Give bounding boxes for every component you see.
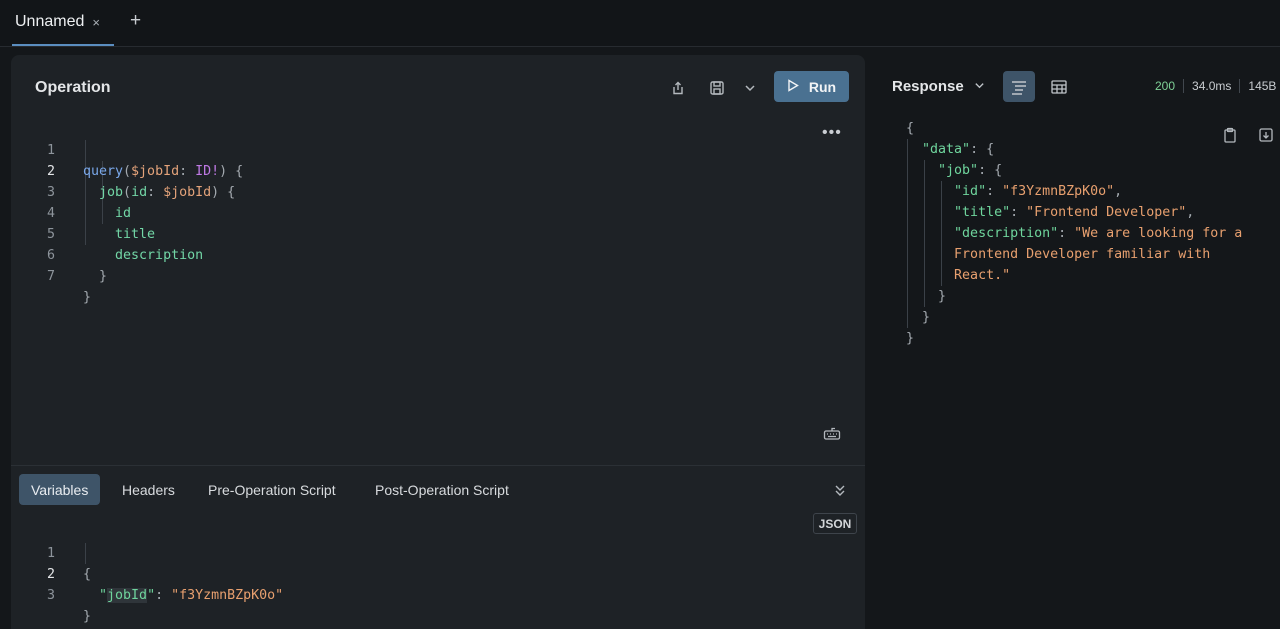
format-icon[interactable] bbox=[1003, 71, 1035, 102]
json-line: "data": { bbox=[922, 142, 995, 157]
json-line: Frontend Developer familiar with bbox=[954, 247, 1211, 262]
save-icon[interactable] bbox=[708, 79, 726, 97]
keyboard-icon[interactable] bbox=[823, 426, 841, 442]
tab-pre-operation-script[interactable]: Pre-Operation Script bbox=[196, 474, 348, 505]
tab-unnamed[interactable]: Unnamed × bbox=[12, 0, 114, 46]
code-line: 1 { bbox=[46, 546, 92, 582]
collapse-icon[interactable] bbox=[833, 482, 847, 498]
json-line: "job": { bbox=[938, 163, 1003, 178]
variables-editor[interactable]: 1 { 2 "jobId": "f3YzmnBZpK0o" 3 } bbox=[35, 522, 735, 624]
operation-panel: Operation Run ••• 1 query($jobId: ID!) {… bbox=[11, 55, 865, 629]
add-tab-button[interactable]: + bbox=[130, 11, 141, 31]
status-code: 200 bbox=[1155, 79, 1176, 93]
json-line: "description": "We are looking for a bbox=[954, 226, 1243, 241]
response-size: 145B bbox=[1248, 79, 1277, 93]
query-editor[interactable]: 1 query($jobId: ID!) { 2 job(id: $jobId)… bbox=[35, 119, 735, 305]
json-line: } bbox=[938, 289, 947, 304]
json-line: "id": "f3YzmnBZpK0o", bbox=[954, 184, 1123, 199]
operation-title: Operation bbox=[35, 79, 111, 96]
response-viewer: { "data": { "job": { "id": "f3YzmnBZpK0o… bbox=[906, 118, 1276, 349]
divider bbox=[11, 465, 865, 466]
code-line: 4 title bbox=[46, 206, 156, 242]
response-title: Response bbox=[892, 78, 964, 95]
code-line: 3 id bbox=[46, 185, 132, 221]
response-dropdown[interactable]: Response bbox=[892, 78, 985, 95]
tab-post-operation-script[interactable]: Post-Operation Script bbox=[363, 474, 521, 505]
run-button[interactable]: Run bbox=[774, 71, 849, 102]
share-icon[interactable] bbox=[669, 79, 687, 97]
json-line: "title": "Frontend Developer", bbox=[954, 205, 1195, 220]
run-label: Run bbox=[808, 78, 837, 95]
response-time: 34.0ms bbox=[1192, 79, 1232, 93]
chevron-down-icon bbox=[974, 78, 985, 95]
code-line: 3 } bbox=[46, 588, 92, 624]
tab-close-icon[interactable]: × bbox=[92, 15, 100, 30]
response-stats: 200 34.0ms 145B bbox=[1155, 79, 1276, 93]
tab-variables[interactable]: Variables bbox=[19, 474, 101, 505]
code-line: 1 query($jobId: ID!) { bbox=[46, 143, 244, 179]
json-badge[interactable]: JSON bbox=[813, 513, 857, 534]
code-line: 7 } bbox=[46, 269, 92, 305]
play-icon bbox=[787, 78, 799, 95]
more-icon[interactable]: ••• bbox=[822, 125, 842, 141]
code-line: 2 "jobId": "f3YzmnBZpK0o" bbox=[46, 567, 284, 603]
code-line: 2 job(id: $jobId) { bbox=[46, 164, 236, 200]
chevron-down-icon[interactable] bbox=[741, 79, 759, 97]
json-line: } bbox=[922, 310, 931, 325]
table-icon[interactable] bbox=[1043, 71, 1075, 102]
code-line: 6 } bbox=[46, 248, 108, 284]
tab-bar: Unnamed × + bbox=[0, 0, 1280, 47]
json-line: React." bbox=[954, 268, 1011, 283]
json-line: } bbox=[906, 331, 915, 346]
code-line: 5 description bbox=[46, 227, 204, 263]
tab-label: Unnamed bbox=[15, 13, 85, 30]
json-line: { bbox=[906, 121, 915, 136]
tab-headers[interactable]: Headers bbox=[110, 474, 187, 505]
